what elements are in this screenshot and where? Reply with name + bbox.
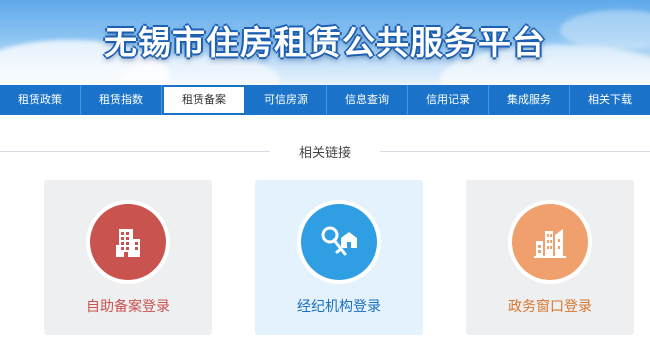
site-title: 无锡市住房租赁公共服务平台 [104,23,546,62]
nav-item-rental-filing[interactable]: 租赁备案 [162,85,246,115]
icon-circle [297,200,381,284]
card-label: 政务窗口登录 [508,299,592,315]
icon-circle-fill [90,204,166,280]
nav-item-credit-records[interactable]: 信用记录 [408,85,489,115]
divider [0,151,270,152]
divider [380,151,650,152]
icon-circle [508,200,592,284]
card-label: 经纪机构登录 [297,299,381,315]
keys-icon [321,226,357,256]
icon-circle-fill [512,204,588,280]
nav-item-downloads[interactable]: 相关下载 [570,85,650,115]
building-icon [116,229,140,257]
self-filing-login-card[interactable]: 自助备案登录 [44,180,212,335]
nav-item-info-query[interactable]: 信息查询 [327,85,408,115]
nav-item-rental-policy[interactable]: 租赁政策 [0,85,81,115]
icon-circle [86,200,170,284]
header-banner: 无锡市住房租赁公共服务平台 [0,0,650,85]
icon-circle-fill [301,204,377,280]
nav-item-trusted-listings[interactable]: 可信房源 [246,85,327,115]
agency-login-card[interactable]: 经纪机构登录 [255,180,423,335]
main-nav: 租赁政策 租赁指数 租赁备案 可信房源 信息查询 信用记录 集成服务 相关下载 [0,85,650,115]
section-title: 相关链接 [298,146,351,161]
nav-item-integrated-services[interactable]: 集成服务 [489,85,570,115]
nav-item-rental-index[interactable]: 租赁指数 [81,85,162,115]
card-label: 自助备案登录 [86,299,170,315]
city-buildings-icon [534,229,566,258]
section-heading: 相关链接 [0,140,650,164]
gov-window-login-card[interactable]: 政务窗口登录 [466,180,634,335]
